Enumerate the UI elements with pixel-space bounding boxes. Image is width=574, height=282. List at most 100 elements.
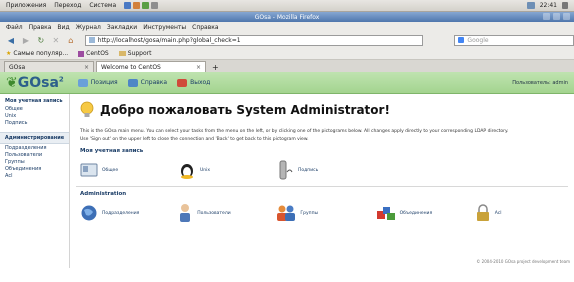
bookmarks-toolbar: ★ Самые популяр... CentOS Support — [0, 48, 574, 60]
page-favicon-icon — [88, 37, 95, 43]
sidebar-item-groups[interactable]: Группы — [0, 158, 69, 165]
status-area — [0, 268, 574, 282]
sidebar-item-users[interactable]: Пользователи — [0, 151, 69, 158]
maximize-button[interactable] — [553, 13, 560, 20]
firefox-menubar: Файл Правка Вид Журнал Закладки Инструме… — [0, 22, 574, 32]
id-card-icon — [80, 163, 98, 177]
centos-icon — [78, 50, 85, 57]
search-placeholder: Google — [467, 36, 489, 44]
pictogram-unions[interactable]: Объединения — [376, 203, 475, 223]
bookmark-centos[interactable]: CentOS — [78, 50, 109, 57]
pictogram-unix[interactable]: Unix — [178, 160, 278, 180]
panel-menu-places[interactable]: Переход — [54, 2, 81, 9]
menu-history[interactable]: Журнал — [76, 24, 101, 31]
launcher-icon[interactable] — [124, 2, 132, 9]
gosa-logo[interactable]: ❦GOsa2 — [6, 75, 64, 91]
pictogram-signature[interactable]: Подпись — [278, 160, 378, 180]
close-tab-icon[interactable]: × — [196, 64, 201, 71]
google-icon — [458, 37, 465, 43]
page-footer: © 2004-2010 GOsa project development tea… — [476, 259, 570, 264]
bookmark-label: CentOS — [86, 50, 109, 57]
url-bar[interactable]: http://localhost/gosa/main.php?global_ch… — [84, 34, 424, 46]
welcome-title: Добро пожаловать System Administrator! — [100, 103, 390, 117]
star-icon: ★ — [6, 50, 12, 57]
lock-icon — [476, 204, 489, 221]
main-content: Добро пожаловать System Administrator! T… — [70, 94, 574, 268]
bookmark-label: Support — [127, 50, 152, 57]
tab-gosa[interactable]: GOsa × — [4, 61, 94, 72]
sidebar-heading-my-account: Моя учетная запись — [5, 98, 63, 104]
group-icon — [277, 205, 296, 221]
pictogram-general[interactable]: Общее — [80, 160, 178, 180]
position-icon — [77, 78, 88, 87]
tab-label: GOsa — [9, 63, 26, 71]
section-title-my-account: Моя учетная запись — [80, 148, 144, 154]
lightbulb-icon — [80, 101, 94, 117]
bookmark-label: Самые популяр... — [13, 50, 69, 57]
system-panel: Приложения Переход Система 22:41 — [0, 0, 574, 12]
header-link-position[interactable]: Позиция — [77, 78, 118, 87]
volume-icon[interactable] — [562, 2, 568, 9]
logout-icon — [177, 78, 188, 87]
search-input[interactable]: Google — [454, 34, 574, 46]
sidebar-item-unix[interactable]: Unix — [0, 112, 69, 119]
network-icon[interactable] — [526, 2, 535, 9]
close-tab-icon[interactable]: × — [84, 64, 89, 71]
admin-icons: Подразделения Пользователи Группы Объеди… — [70, 197, 574, 223]
sidebar-item-general[interactable]: Общее — [0, 105, 69, 112]
new-tab-icon[interactable]: + — [208, 63, 223, 72]
minimize-button[interactable] — [543, 13, 550, 20]
pictogram-groups[interactable]: Группы — [276, 203, 375, 223]
menu-bookmarks[interactable]: Закладки — [107, 24, 137, 31]
close-button[interactable] — [563, 13, 570, 20]
user-icon — [180, 204, 191, 222]
clock[interactable]: 22:41 — [540, 2, 557, 9]
bookmark-most-visited[interactable]: ★ Самые популяр... — [6, 50, 68, 57]
menu-help[interactable]: Справка — [192, 24, 218, 31]
tab-welcome-centos[interactable]: Welcome to CentOS × — [96, 61, 206, 72]
intro-line-2: Use 'Sign out' on the upper left to clos… — [80, 137, 309, 142]
sidebar-item-unions[interactable]: Объединения — [0, 165, 69, 172]
window-titlebar[interactable]: GOsa - Mozilla Firefox — [0, 12, 574, 22]
launcher-icon[interactable] — [142, 2, 150, 9]
intro-text: This is the GOsa main menu. You can sele… — [70, 120, 574, 144]
sidebar: Моя учетная запись Общее Unix Подпись Ад… — [0, 94, 70, 268]
folder-icon — [118, 51, 126, 56]
forward-arrow-icon[interactable]: ▶ — [21, 35, 31, 45]
home-icon[interactable]: ⌂ — [66, 35, 76, 45]
tab-bar: GOsa × Welcome to CentOS × + — [0, 60, 574, 72]
sidebar-item-departments[interactable]: Подразделения — [0, 144, 69, 151]
welcome-banner: Добро пожаловать System Administrator! — [70, 94, 574, 120]
sidebar-item-signature[interactable]: Подпись — [0, 119, 69, 126]
navigation-toolbar: ◀ ▶ ↻ ✕ ⌂ http://localhost/gosa/main.php… — [0, 32, 574, 48]
reload-icon[interactable]: ↻ — [36, 35, 46, 45]
intro-line-1: This is the GOsa main menu. You can sele… — [80, 129, 509, 134]
window-title: GOsa - Mozilla Firefox — [254, 13, 320, 21]
blocks-icon — [376, 207, 395, 220]
pictogram-departments[interactable]: Подразделения — [80, 203, 177, 223]
header-link-help[interactable]: Справка — [127, 78, 167, 87]
pictogram-users[interactable]: Пользователи — [177, 203, 276, 223]
back-arrow-icon[interactable]: ◀ — [6, 35, 16, 45]
header-user-info: Пользователь: admin — [512, 79, 568, 86]
my-account-icons: Общее Unix Подпись — [70, 154, 574, 180]
tux-icon — [181, 164, 193, 179]
stop-icon[interactable]: ✕ — [51, 35, 61, 45]
menu-file[interactable]: Файл — [6, 24, 23, 31]
menu-edit[interactable]: Правка — [29, 24, 52, 31]
panel-launcher-icons[interactable] — [124, 2, 159, 9]
menu-tools[interactable]: Инструменты — [143, 24, 186, 31]
header-link-logout[interactable]: Выход — [177, 78, 210, 87]
launcher-icon[interactable] — [133, 2, 141, 9]
bookmark-support[interactable]: Support — [118, 50, 152, 57]
menu-view[interactable]: Вид — [57, 24, 69, 31]
panel-menu-system[interactable]: Система — [89, 2, 116, 9]
tab-label: Welcome to CentOS — [101, 63, 161, 71]
url-text: http://localhost/gosa/main.php?global_ch… — [97, 36, 241, 44]
section-title-admin: Administration — [80, 191, 127, 197]
sidebar-item-acl[interactable]: Acl — [0, 172, 69, 179]
gosa-header: ❦GOsa2 Позиция Справка Выход Пользовател… — [0, 72, 574, 94]
pictogram-acl[interactable]: Acl — [475, 203, 564, 223]
launcher-icon[interactable] — [151, 2, 159, 9]
panel-menu-applications[interactable]: Приложения — [6, 2, 46, 9]
